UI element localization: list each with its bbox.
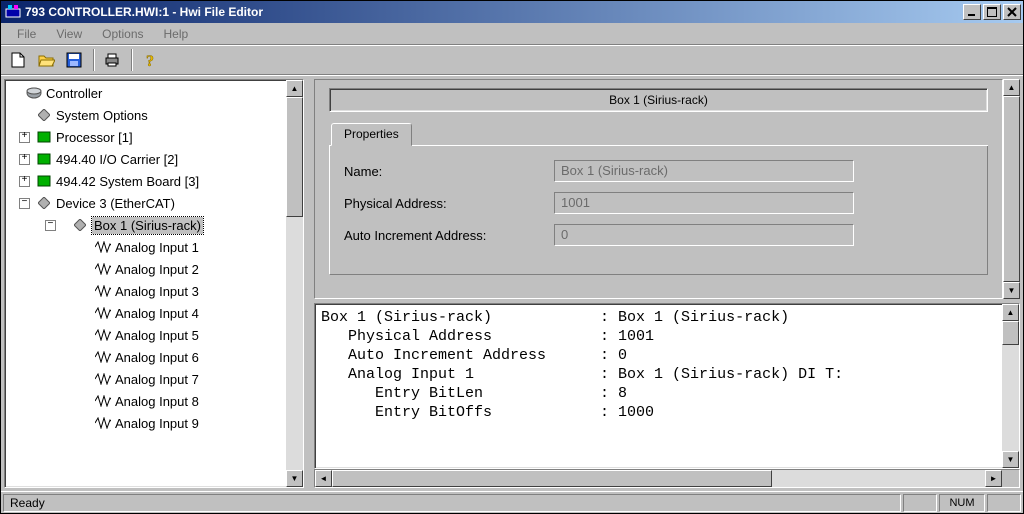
app-icon — [5, 4, 21, 20]
save-file-icon[interactable] — [61, 48, 87, 72]
properties-scrollbar[interactable]: ▲ ▼ — [1003, 79, 1020, 299]
help-icon[interactable]: ? — [137, 48, 163, 72]
menu-file[interactable]: File — [7, 25, 46, 43]
scroll-down-icon[interactable]: ▼ — [1002, 451, 1019, 468]
scroll-up-icon[interactable]: ▲ — [1003, 79, 1020, 96]
status-well-blank2 — [987, 494, 1021, 512]
signal-icon — [95, 415, 111, 431]
expand-icon[interactable]: + — [19, 154, 30, 165]
menu-options[interactable]: Options — [92, 25, 153, 43]
menubar: File View Options Help — [1, 23, 1023, 45]
details-text: Box 1 (Sirius-rack) : Box 1 (Sirius-rack… — [315, 304, 1002, 468]
signal-icon — [95, 327, 111, 343]
right-pane: Box 1 (Sirius-rack) Properties Name: Box… — [311, 76, 1023, 491]
signal-icon — [95, 261, 111, 277]
tree-view[interactable]: Controller System Options + Processor [1… — [4, 79, 304, 488]
tree-node-ai2[interactable]: Analog Input 2 — [5, 258, 286, 280]
open-file-icon[interactable] — [33, 48, 59, 72]
tree-node-ai4[interactable]: Analog Input 4 — [5, 302, 286, 324]
expand-icon[interactable]: + — [19, 132, 30, 143]
status-well-blank1 — [903, 494, 937, 512]
new-file-icon[interactable] — [5, 48, 31, 72]
svg-text:?: ? — [146, 53, 154, 69]
tree-node-ai6[interactable]: Analog Input 6 — [5, 346, 286, 368]
tree-node-io-carrier[interactable]: + 494.40 I/O Carrier [2] — [5, 148, 286, 170]
tree-pane: Controller System Options + Processor [1… — [1, 76, 307, 491]
scroll-up-icon[interactable]: ▲ — [1002, 304, 1019, 321]
field-name[interactable]: Box 1 (Sirius-rack) — [554, 160, 854, 182]
signal-icon — [95, 283, 111, 299]
tree-node-processor[interactable]: + Processor [1] — [5, 126, 286, 148]
label-name: Name: — [344, 164, 554, 179]
collapse-icon[interactable]: − — [19, 198, 30, 209]
field-physical-address[interactable]: 1001 — [554, 192, 854, 214]
tree-node-ai8[interactable]: Analog Input 8 — [5, 390, 286, 412]
print-icon[interactable] — [99, 48, 125, 72]
scroll-down-icon[interactable]: ▼ — [1003, 282, 1020, 299]
details-hscrollbar[interactable]: ◄ ► — [315, 470, 1019, 487]
signal-icon — [95, 393, 111, 409]
signal-icon — [95, 349, 111, 365]
menu-help[interactable]: Help — [154, 25, 199, 43]
titlebar-controls — [961, 4, 1021, 20]
diamond-grey-icon — [36, 195, 52, 211]
collapse-icon[interactable]: − — [45, 220, 56, 231]
panel-header: Box 1 (Sirius-rack) — [329, 88, 988, 112]
field-auto-increment[interactable]: 0 — [554, 224, 854, 246]
scroll-right-icon[interactable]: ► — [985, 470, 1002, 487]
scrollbar-corner — [1002, 470, 1019, 487]
client-area: Controller System Options + Processor [1… — [1, 75, 1023, 491]
signal-icon — [95, 305, 111, 321]
details-vscrollbar[interactable]: ▲ ▼ — [1002, 304, 1019, 468]
tree-node-ai5[interactable]: Analog Input 5 — [5, 324, 286, 346]
chip-green-icon — [36, 129, 52, 145]
diamond-grey-icon — [36, 107, 52, 123]
diamond-grey-icon — [72, 217, 88, 233]
scroll-down-icon[interactable]: ▼ — [286, 470, 303, 487]
controller-icon — [26, 85, 42, 101]
titlebar: 793 CONTROLLER.HWI:1 - Hwi File Editor — [1, 1, 1023, 23]
properties-panel: Box 1 (Sirius-rack) Properties Name: Box… — [314, 79, 1020, 299]
expand-icon[interactable]: + — [19, 176, 30, 187]
chip-green-icon — [36, 151, 52, 167]
chip-green-icon — [36, 173, 52, 189]
scroll-up-icon[interactable]: ▲ — [286, 80, 303, 97]
scroll-left-icon[interactable]: ◄ — [315, 470, 332, 487]
tabstrip: Properties — [329, 122, 988, 146]
window-title: 793 CONTROLLER.HWI:1 - Hwi File Editor — [25, 5, 961, 19]
tree-node-controller[interactable]: Controller — [5, 82, 286, 104]
maximize-button[interactable] — [983, 4, 1001, 20]
tab-body: Name: Box 1 (Sirius-rack) Physical Addre… — [329, 146, 988, 275]
tree-node-device3[interactable]: − Device 3 (EtherCAT) — [5, 192, 286, 214]
tree-node-system-options[interactable]: System Options — [5, 104, 286, 126]
status-num: NUM — [939, 494, 985, 512]
tree-node-box1[interactable]: − Box 1 (Sirius-rack) — [5, 214, 286, 236]
details-panel: Box 1 (Sirius-rack) : Box 1 (Sirius-rack… — [314, 303, 1020, 488]
tree-node-ai7[interactable]: Analog Input 7 — [5, 368, 286, 390]
tree-node-ai9[interactable]: Analog Input 9 — [5, 412, 286, 434]
statusbar: Ready NUM — [1, 491, 1023, 513]
tab-properties[interactable]: Properties — [331, 123, 412, 146]
toolbar-separator-1 — [93, 49, 95, 71]
signal-icon — [95, 371, 111, 387]
toolbar: ? — [1, 45, 1023, 75]
toolbar-separator-2 — [131, 49, 133, 71]
tree-node-system-board[interactable]: + 494.42 System Board [3] — [5, 170, 286, 192]
window: 793 CONTROLLER.HWI:1 - Hwi File Editor F… — [0, 0, 1024, 514]
label-auto-increment: Auto Increment Address: — [344, 228, 554, 243]
status-text: Ready — [3, 494, 901, 512]
tree-node-ai3[interactable]: Analog Input 3 — [5, 280, 286, 302]
minimize-button[interactable] — [963, 4, 981, 20]
menu-view[interactable]: View — [46, 25, 92, 43]
signal-icon — [95, 239, 111, 255]
label-physical-address: Physical Address: — [344, 196, 554, 211]
tree-scrollbar[interactable]: ▲ ▼ — [286, 80, 303, 487]
close-button[interactable] — [1003, 4, 1021, 20]
tree-node-ai1[interactable]: Analog Input 1 — [5, 236, 286, 258]
